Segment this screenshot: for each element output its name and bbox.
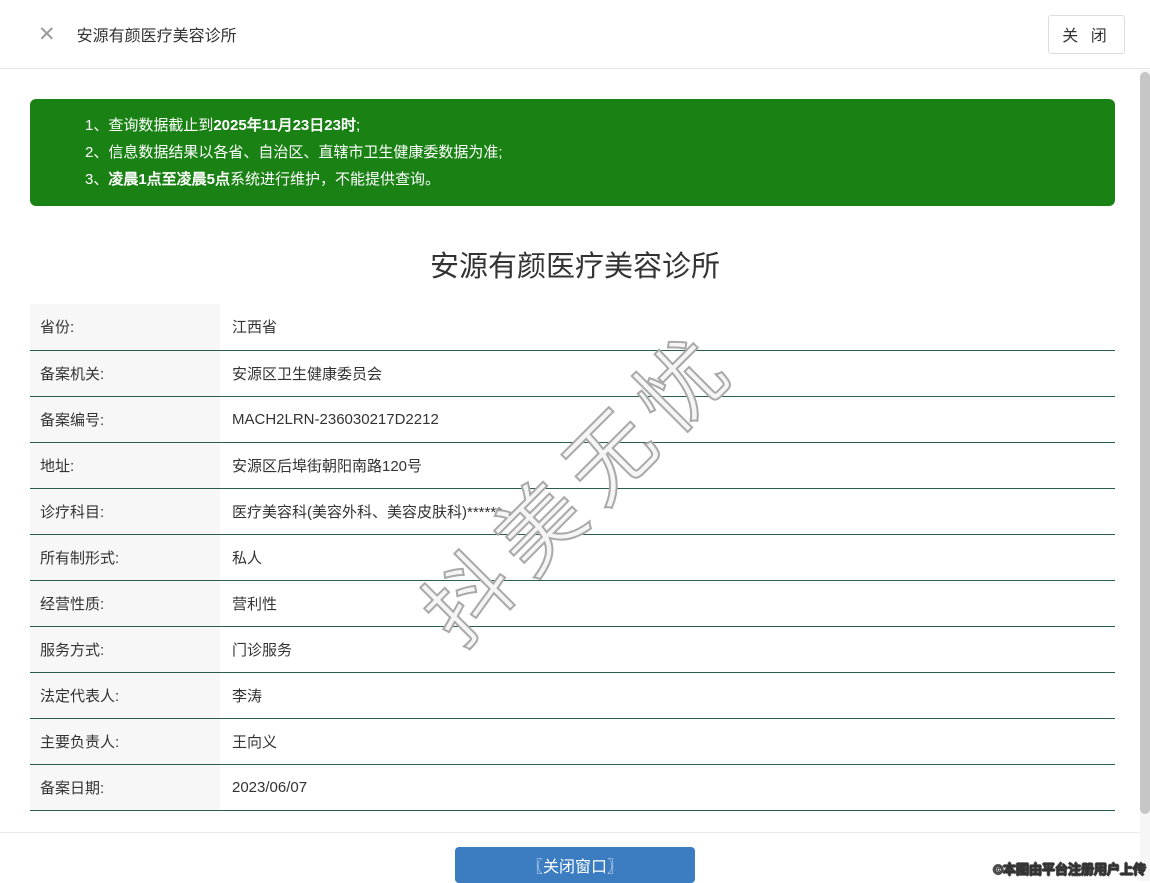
field-label: 服务方式: [30,626,220,672]
notice-bold-text: 2025年11月23日23时 [213,117,356,134]
notice-text: 2、信息数据结果以各省、自治区、直辖市卫生健康委数据为准; [85,144,503,161]
topbar: ✕ 安源有颜医疗美容诊所 关 闭 [0,0,1150,69]
notice-text: 系统进行维护，不能提供查询。 [230,171,441,188]
notice-line-1: 1、查询数据截止到2025年11月23日23时; [85,112,1095,139]
close-window-button[interactable]: 〖关闭窗口〗 [455,846,695,883]
table-row: 备案日期: 2023/06/07 [30,764,1115,810]
table-row: 地址: 安源区后埠街朝阳南路120号 [30,442,1115,488]
table-row: 服务方式: 门诊服务 [30,626,1115,672]
table-row: 备案机关: 安源区卫生健康委员会 [30,350,1115,396]
notice-text: 1、查询数据截止到 [85,117,214,134]
field-value: 门诊服务 [220,626,1115,672]
field-label: 所有制形式: [30,534,220,580]
copyright-stamp: ©本图由平台注册用户上传 [993,862,1146,878]
field-value: 安源区后埠街朝阳南路120号 [220,442,1115,488]
field-label: 备案机关: [30,350,220,396]
notice-line-3: 3、凌晨1点至凌晨5点系统进行维护，不能提供查询。 [85,166,1095,193]
field-label: 主要负责人: [30,718,220,764]
notice-text: 3、 [85,171,109,188]
table-row: 法定代表人: 李涛 [30,672,1115,718]
table-row: 备案编号: MACH2LRN-236030217D2212 [30,396,1115,442]
table-row: 主要负责人: 王向义 [30,718,1115,764]
notice-box: 1、查询数据截止到2025年11月23日23时; 2、信息数据结果以各省、自治区… [30,99,1115,206]
notice-bold-text: 凌晨1点至凌晨5点 [108,171,231,188]
field-value: 王向义 [220,718,1115,764]
table-row: 省份: 江西省 [30,304,1115,350]
footer: 〖关闭窗口〗 [0,833,1150,883]
field-value: 安源区卫生健康委员会 [220,350,1115,396]
field-label: 经营性质: [30,580,220,626]
field-label: 诊疗科目: [30,488,220,534]
field-label: 备案日期: [30,764,220,810]
field-value: 江西省 [220,304,1115,350]
field-value: 2023/06/07 [220,764,1115,810]
notice-text: ; [355,117,361,134]
close-icon[interactable]: ✕ [38,23,56,45]
window-title: 安源有颜医疗美容诊所 [76,28,237,45]
field-label: 地址: [30,442,220,488]
field-label: 省份: [30,304,220,350]
field-value: MACH2LRN-236030217D2212 [220,396,1115,442]
scrollbar-thumb[interactable] [1140,72,1150,814]
field-value: 医疗美容科(美容外科、美容皮肤科)****** [220,488,1115,534]
field-label: 法定代表人: [30,672,220,718]
clinic-info-table: 省份: 江西省 备案机关: 安源区卫生健康委员会 备案编号: MACH2LRN-… [30,304,1115,811]
field-value: 私人 [220,534,1115,580]
table-row: 诊疗科目: 医疗美容科(美容外科、美容皮肤科)****** [30,488,1115,534]
table-row: 所有制形式: 私人 [30,534,1115,580]
field-value: 营利性 [220,580,1115,626]
field-label: 备案编号: [30,396,220,442]
scrollbar-track[interactable] [1140,70,1150,881]
page-title: 安源有颜医疗美容诊所 [429,251,720,283]
close-button[interactable]: 关 闭 [1048,14,1125,54]
table-row: 经营性质: 营利性 [30,580,1115,626]
field-value: 李涛 [220,672,1115,718]
notice-line-2: 2、信息数据结果以各省、自治区、直辖市卫生健康委数据为准; [85,139,1095,166]
